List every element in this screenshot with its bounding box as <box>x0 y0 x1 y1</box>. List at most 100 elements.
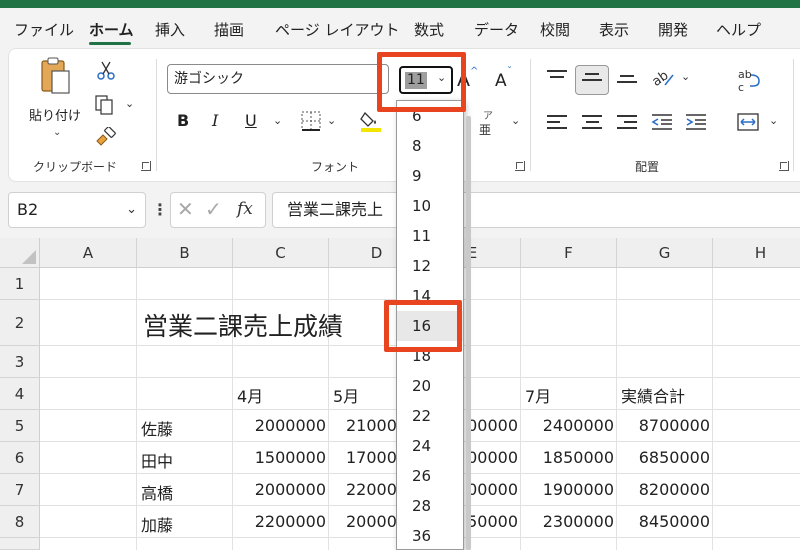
sheet-title-cell[interactable]: 営業二課売上成績 <box>143 307 343 343</box>
row-header[interactable]: 2 <box>0 300 40 346</box>
decrease-indent-icon[interactable] <box>651 113 673 131</box>
row-header[interactable]: 1 <box>0 268 40 300</box>
increase-indent-icon[interactable] <box>685 113 707 131</box>
align-bottom-icon[interactable] <box>617 75 637 91</box>
tab-help[interactable]: ヘルプ <box>716 19 761 40</box>
header-cell[interactable]: 7月 <box>525 383 551 407</box>
tab-draw[interactable]: 描画 <box>214 19 244 40</box>
tab-home[interactable]: ホーム <box>89 19 134 40</box>
column-header[interactable]: C <box>233 238 329 268</box>
formula-input[interactable]: 営業二課売上 <box>272 192 800 228</box>
value-cell[interactable]: 17000 <box>346 448 397 467</box>
align-center-icon[interactable] <box>582 115 602 131</box>
orientation-dropdown-icon[interactable]: ⌄ <box>681 71 690 82</box>
value-cell[interactable]: 8700000 <box>617 416 710 435</box>
row-header[interactable]: 5 <box>0 410 40 442</box>
value-cell[interactable]: 2200000 <box>233 512 326 531</box>
font-size-option[interactable]: 20 <box>397 371 463 401</box>
name-box-value[interactable]: B2 <box>17 200 38 219</box>
merge-dropdown-icon[interactable]: ⌄ <box>769 115 778 126</box>
font-size-option[interactable]: 22 <box>397 401 463 431</box>
value-cell[interactable]: 1500000 <box>233 448 326 467</box>
font-size-option[interactable]: 8 <box>397 131 463 161</box>
align-left-icon[interactable] <box>547 115 567 131</box>
row-header[interactable]: 3 <box>0 346 40 378</box>
font-color-dropdown-icon[interactable]: ⌄ <box>511 115 520 126</box>
value-cell[interactable]: 8450000 <box>617 512 710 531</box>
copy-dropdown-icon[interactable]: ⌄ <box>125 98 134 109</box>
header-cell[interactable]: 4月 <box>237 383 263 407</box>
value-cell[interactable]: 2300000 <box>521 512 614 531</box>
value-cell[interactable]: 1900000 <box>521 480 614 499</box>
tab-insert[interactable]: 挿入 <box>155 19 185 40</box>
value-cell[interactable]: 8200000 <box>617 480 710 499</box>
font-name-select[interactable]: 游ゴシック <box>167 64 389 94</box>
font-size-option[interactable]: 12 <box>397 251 463 281</box>
enter-icon[interactable]: ✓ <box>205 197 222 221</box>
value-cell[interactable]: 2000000 <box>233 416 326 435</box>
cut-icon[interactable] <box>97 61 115 81</box>
font-size-option[interactable]: 9 <box>397 161 463 191</box>
paste-button-label[interactable]: 貼り付け <box>29 105 81 124</box>
more-options-icon[interactable]: ⋮ <box>152 200 168 219</box>
align-top-icon[interactable] <box>547 70 567 86</box>
chevron-down-icon[interactable]: ⌄ <box>126 193 137 227</box>
borders-dropdown-icon[interactable]: ⌄ <box>327 115 336 126</box>
font-size-option[interactable]: 10 <box>397 191 463 221</box>
underline-button[interactable]: U <box>245 111 257 130</box>
value-cell[interactable]: 20000 <box>346 512 397 531</box>
name-cell[interactable]: 佐藤 <box>141 416 173 440</box>
font-shrink-icon[interactable]: A <box>495 71 507 91</box>
tab-page-layout[interactable]: ページ レイアウト <box>275 19 399 40</box>
dropdown-scrollbar[interactable] <box>466 116 471 550</box>
name-cell[interactable]: 加藤 <box>141 512 173 536</box>
row-header[interactable] <box>0 538 40 550</box>
fill-color-icon[interactable] <box>359 109 383 133</box>
row-header[interactable]: 7 <box>0 474 40 506</box>
header-cell[interactable]: 実績合計 <box>621 383 685 407</box>
row-header[interactable]: 6 <box>0 442 40 474</box>
font-size-option[interactable]: 28 <box>397 491 463 521</box>
value-cell[interactable]: 2000000 <box>233 480 326 499</box>
font-size-option[interactable]: 11 <box>397 221 463 251</box>
value-cell[interactable]: 1850000 <box>521 448 614 467</box>
font-size-option[interactable]: 24 <box>397 431 463 461</box>
column-header[interactable]: F <box>521 238 617 268</box>
tab-file[interactable]: ファイル <box>14 19 74 40</box>
font-size-option[interactable]: 36 <box>397 521 463 550</box>
italic-button[interactable]: I <box>212 111 218 130</box>
merge-center-icon[interactable] <box>737 113 759 131</box>
name-box[interactable]: B2 ⌄ <box>8 192 146 228</box>
column-header[interactable]: H <box>713 238 800 268</box>
tab-developer[interactable]: 開発 <box>658 19 688 40</box>
borders-icon[interactable] <box>301 111 321 131</box>
row-header[interactable]: 4 <box>0 378 40 410</box>
value-cell[interactable]: 22000 <box>346 480 397 499</box>
wrap-text-icon[interactable]: ab c <box>737 67 761 93</box>
paste-dropdown-icon[interactable]: ⌄ <box>53 127 61 138</box>
tab-data[interactable]: データ <box>474 19 519 40</box>
align-right-icon[interactable] <box>617 115 637 131</box>
font-size-option[interactable]: 26 <box>397 461 463 491</box>
insert-function-icon[interactable]: fx <box>237 199 253 219</box>
value-cell[interactable]: 21000 <box>346 416 397 435</box>
tab-review[interactable]: 校閲 <box>540 19 570 40</box>
column-header[interactable]: A <box>40 238 137 268</box>
value-cell[interactable]: 2400000 <box>521 416 614 435</box>
copy-icon[interactable] <box>95 95 115 115</box>
format-painter-icon[interactable] <box>95 127 117 147</box>
row-header[interactable]: 8 <box>0 506 40 538</box>
column-header[interactable]: B <box>137 238 233 268</box>
underline-dropdown-icon[interactable]: ⌄ <box>273 115 282 126</box>
tab-formulas[interactable]: 数式 <box>414 19 444 40</box>
clipboard-launcher-icon[interactable] <box>141 161 151 171</box>
column-header[interactable]: G <box>617 238 713 268</box>
tab-view[interactable]: 表示 <box>599 19 629 40</box>
bold-button[interactable]: B <box>177 111 189 130</box>
header-cell[interactable]: 5月 <box>333 383 359 407</box>
paste-icon[interactable] <box>41 57 71 95</box>
name-cell[interactable]: 高橋 <box>141 480 173 504</box>
phonetic-guide-icon[interactable]: 亜 <box>479 121 491 138</box>
select-all-button[interactable] <box>0 238 40 268</box>
name-cell[interactable]: 田中 <box>141 448 173 472</box>
